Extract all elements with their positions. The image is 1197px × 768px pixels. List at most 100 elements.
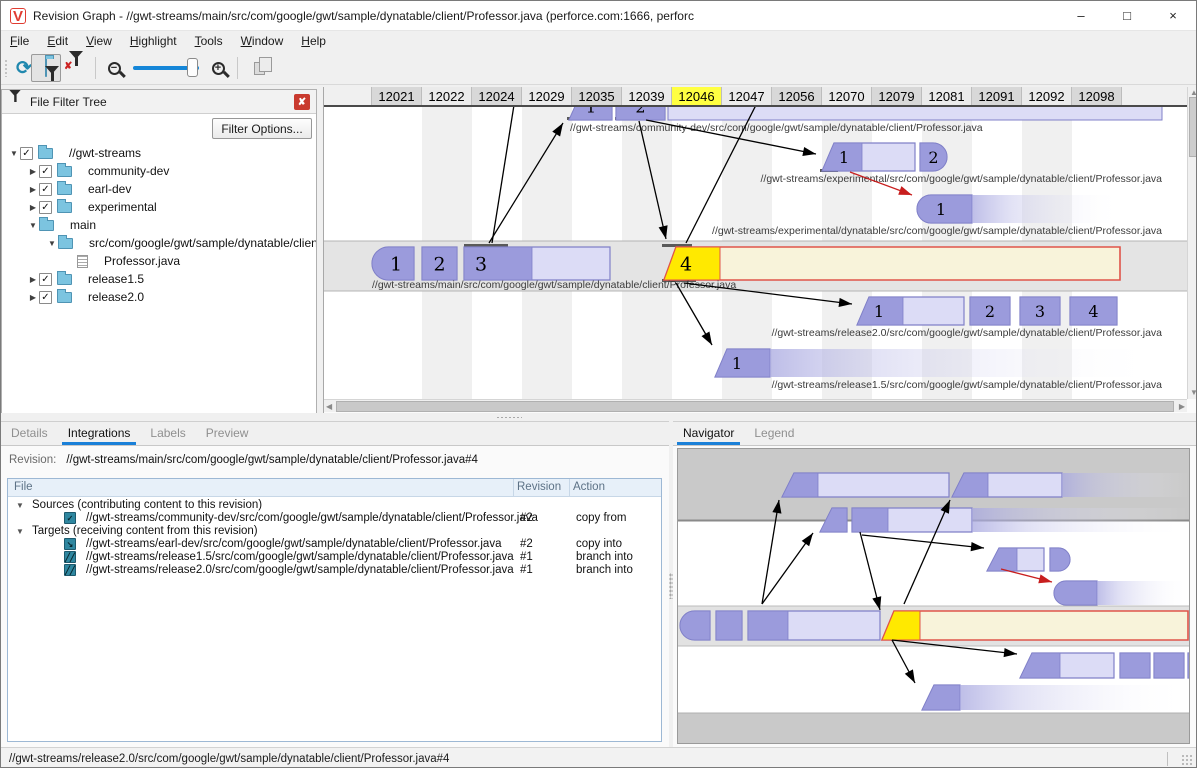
changelist-12046[interactable]: 12046 <box>672 87 722 105</box>
tab-navigator[interactable]: Navigator <box>673 422 744 445</box>
revision-box-main-4[interactable] <box>664 247 1120 280</box>
splitter-grip[interactable] <box>496 416 522 419</box>
changelist-12056[interactable]: 12056 <box>772 87 822 105</box>
revision-tail-minimap-dark[interactable] <box>680 611 710 640</box>
tab-legend[interactable]: Legend <box>744 422 804 445</box>
changelist-12047[interactable]: 12047 <box>722 87 772 105</box>
changelist-12091[interactable]: 12091 <box>972 87 1022 105</box>
revision-tail-minimap-dark[interactable] <box>748 611 788 640</box>
revision-tail-minimap-dark[interactable] <box>1188 653 1189 678</box>
changelist-12029[interactable]: 12029 <box>522 87 572 105</box>
copy-button[interactable] <box>245 54 273 82</box>
changelist-12098[interactable]: 12098 <box>1072 87 1122 105</box>
zoom-out-button[interactable]: − <box>101 54 127 82</box>
tree-item-main[interactable]: ▼main <box>2 216 316 234</box>
chevron-collapsed-icon[interactable]: ▶ <box>27 167 39 176</box>
column-file[interactable]: File <box>14 481 33 493</box>
tree-item--gwt-streams[interactable]: ▼✓//gwt-streams <box>2 144 316 162</box>
graph-horizontal-scrollbar[interactable]: ◀ ▶ <box>324 399 1187 412</box>
filter-panel-close-icon[interactable]: ✘ <box>294 94 310 110</box>
revision-tail-minimap-dark[interactable] <box>716 611 742 640</box>
tree-checkbox[interactable]: ✓ <box>39 183 52 196</box>
changelist-12039[interactable]: 12039 <box>622 87 672 105</box>
vertical-scroll-thumb[interactable] <box>1189 97 1197 157</box>
changelist-12024[interactable]: 12024 <box>472 87 522 105</box>
graph-vertical-scrollbar[interactable]: ▲ ▼ <box>1187 87 1197 399</box>
changelist-12021[interactable]: 12021 <box>372 87 422 105</box>
changelist-12081[interactable]: 12081 <box>922 87 972 105</box>
zoom-in-button[interactable]: + <box>205 54 231 82</box>
tree-checkbox[interactable]: ✓ <box>39 201 52 214</box>
revision-tail-minimap[interactable] <box>882 611 1188 640</box>
menu-view[interactable]: View <box>77 32 121 50</box>
chevron-expanded-icon[interactable]: ▼ <box>16 527 24 536</box>
tree-item-community-dev[interactable]: ▶✓community-dev <box>2 162 316 180</box>
menu-help[interactable]: Help <box>292 32 335 50</box>
revision-tail-minimap-dark[interactable] <box>1054 581 1097 605</box>
integrations-rows: ▼Sources (contributing content to this r… <box>8 499 661 741</box>
menu-edit[interactable]: Edit <box>38 32 77 50</box>
close-button[interactable]: × <box>1150 1 1196 31</box>
scroll-right-icon[interactable]: ▶ <box>1179 403 1185 411</box>
toolbar-grip[interactable] <box>4 59 8 77</box>
menu-window[interactable]: Window <box>232 32 293 50</box>
tree-item-earl-dev[interactable]: ▶✓earl-dev <box>2 180 316 198</box>
chevron-collapsed-icon[interactable]: ▶ <box>27 203 39 212</box>
integration-row[interactable]: ╱╱//gwt-streams/release2.0/src/com/googl… <box>8 564 661 577</box>
scroll-left-icon[interactable]: ◀ <box>326 403 332 411</box>
tab-preview[interactable]: Preview <box>196 422 259 445</box>
integration-row[interactable]: ✓//gwt-streams/community-dev/src/com/goo… <box>8 512 661 525</box>
menu-file[interactable]: File <box>1 32 38 50</box>
chevron-expanded-icon[interactable]: ▼ <box>16 501 24 510</box>
column-revision[interactable]: Revision <box>517 481 561 493</box>
tree-checkbox[interactable]: ✓ <box>39 273 52 286</box>
chevron-collapsed-icon[interactable]: ▶ <box>27 275 39 284</box>
clear-filter-button[interactable]: ✘ <box>63 54 89 82</box>
tree-item-release1.5[interactable]: ▶✓release1.5 <box>2 270 316 288</box>
revision-tail-minimap-dark[interactable] <box>1154 653 1184 678</box>
zoom-slider-handle[interactable] <box>187 58 198 77</box>
tree-checkbox[interactable]: ✓ <box>20 147 33 160</box>
revision-tail-minimap-dark[interactable] <box>1120 653 1150 678</box>
integration-row[interactable]: ╱╱//gwt-streams/release1.5/src/com/googl… <box>8 551 661 564</box>
changelist-12079[interactable]: 12079 <box>872 87 922 105</box>
revision-tail-minimap-dark[interactable] <box>1050 548 1070 571</box>
tree-item-release2.0[interactable]: ▶✓release2.0 <box>2 288 316 306</box>
integration-group-row[interactable]: ▼Sources (contributing content to this r… <box>8 499 661 512</box>
tree-checkbox[interactable]: ✓ <box>39 291 52 304</box>
tree-item-experimental[interactable]: ▶✓experimental <box>2 198 316 216</box>
chevron-collapsed-icon[interactable]: ▶ <box>27 293 39 302</box>
tree-checkbox[interactable]: ✓ <box>39 165 52 178</box>
scroll-up-icon[interactable]: ▲ <box>1190 89 1197 97</box>
file-filter-tree-button[interactable] <box>31 54 61 82</box>
integrations-table-header[interactable]: File Revision Action <box>8 479 661 497</box>
integration-group-row[interactable]: ▼Targets (receiving content from this re… <box>8 525 661 538</box>
maximize-button[interactable]: □ <box>1104 1 1150 31</box>
changelist-12022[interactable]: 12022 <box>422 87 472 105</box>
filter-options-button[interactable]: Filter Options... <box>212 118 312 139</box>
chevron-expanded-icon[interactable]: ▼ <box>27 221 39 230</box>
navigator-minimap[interactable] <box>677 448 1190 744</box>
horizontal-scroll-thumb[interactable] <box>336 401 1174 412</box>
horizontal-splitter[interactable] <box>1 413 1196 421</box>
tree-item-src-com-google-gwt-sample-dynatable-client[interactable]: ▼src/com/google/gwt/sample/dynatable/cli… <box>2 234 316 252</box>
tree-item-professor.java[interactable]: Professor.java <box>2 252 316 270</box>
tab-details[interactable]: Details <box>1 422 58 445</box>
column-action[interactable]: Action <box>573 481 605 493</box>
tab-integrations[interactable]: Integrations <box>58 422 141 445</box>
minimize-button[interactable]: – <box>1058 1 1104 31</box>
chevron-expanded-icon[interactable]: ▼ <box>46 239 58 248</box>
menu-highlight[interactable]: Highlight <box>121 32 186 50</box>
graph-canvas[interactable]: 12//gwt-streams/community-dev/src/com/go… <box>324 107 1187 399</box>
menu-tools[interactable]: Tools <box>186 32 232 50</box>
chevron-collapsed-icon[interactable]: ▶ <box>27 185 39 194</box>
revision-tail-minimap-dark[interactable] <box>852 508 888 532</box>
changelist-12070[interactable]: 12070 <box>822 87 872 105</box>
resize-grip[interactable] <box>1181 754 1193 766</box>
chevron-expanded-icon[interactable]: ▼ <box>8 149 20 158</box>
tab-labels[interactable]: Labels <box>140 422 195 445</box>
changelist-12035[interactable]: 12035 <box>572 87 622 105</box>
changelist-12092[interactable]: 12092 <box>1022 87 1072 105</box>
integration-row[interactable]: ↘//gwt-streams/earl-dev/src/com/google/g… <box>8 538 661 551</box>
scroll-down-icon[interactable]: ▼ <box>1190 389 1197 397</box>
